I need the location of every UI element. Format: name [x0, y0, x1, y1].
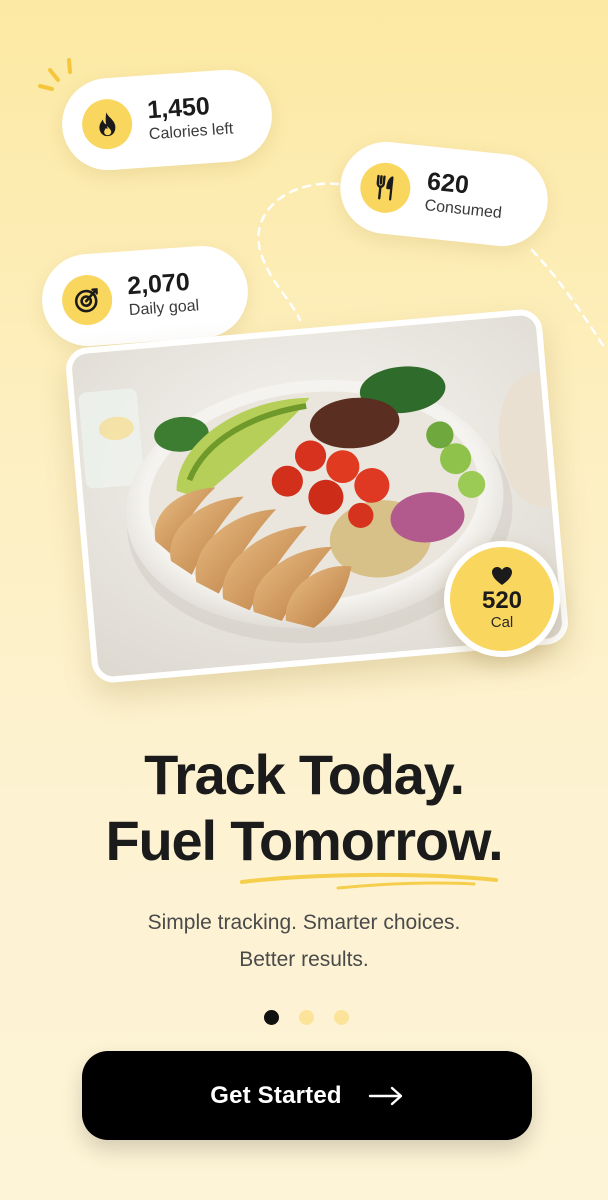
- subtitle: Simple tracking. Smarter choices. Better…: [0, 904, 608, 978]
- get-started-label: Get Started: [210, 1081, 342, 1109]
- page-dot-1[interactable]: [264, 1010, 279, 1025]
- calories-left-label: Calories left: [148, 120, 234, 144]
- headline-line-2: Fuel Tomorrow.: [105, 809, 504, 872]
- sparkle-decoration: [38, 58, 72, 91]
- page-dot-2[interactable]: [299, 1010, 314, 1025]
- get-started-button[interactable]: Get Started: [82, 1051, 532, 1140]
- flame-icon: [80, 97, 134, 151]
- headline: Track Today. Fuel Tomorrow.: [0, 742, 608, 874]
- subtitle-line-1: Simple tracking. Smarter choices.: [147, 911, 461, 934]
- daily-goal-label: Daily goal: [128, 297, 200, 320]
- page-dot-3[interactable]: [334, 1010, 349, 1025]
- page-indicator: [264, 1010, 349, 1025]
- heart-icon: [492, 567, 512, 585]
- calories-left-card: 1,450 Calories left: [59, 66, 275, 174]
- daily-goal-card: 2,070 Daily goal: [39, 242, 251, 350]
- meal-calories-value: 520: [481, 587, 523, 614]
- meal-calories-badge: 520 Cal: [444, 541, 560, 657]
- target-icon: [60, 273, 114, 327]
- headline-underline-decoration: [240, 872, 498, 890]
- meal-calories-label: Cal: [490, 614, 514, 631]
- fork-knife-icon: [357, 160, 413, 216]
- onboarding-screen: 1,450 Calories left 620 Consumed 2,070 D…: [0, 0, 608, 1200]
- arrow-right-icon: [368, 1086, 402, 1105]
- headline-line-1: Track Today.: [144, 743, 465, 806]
- subtitle-line-2: Better results.: [239, 948, 369, 971]
